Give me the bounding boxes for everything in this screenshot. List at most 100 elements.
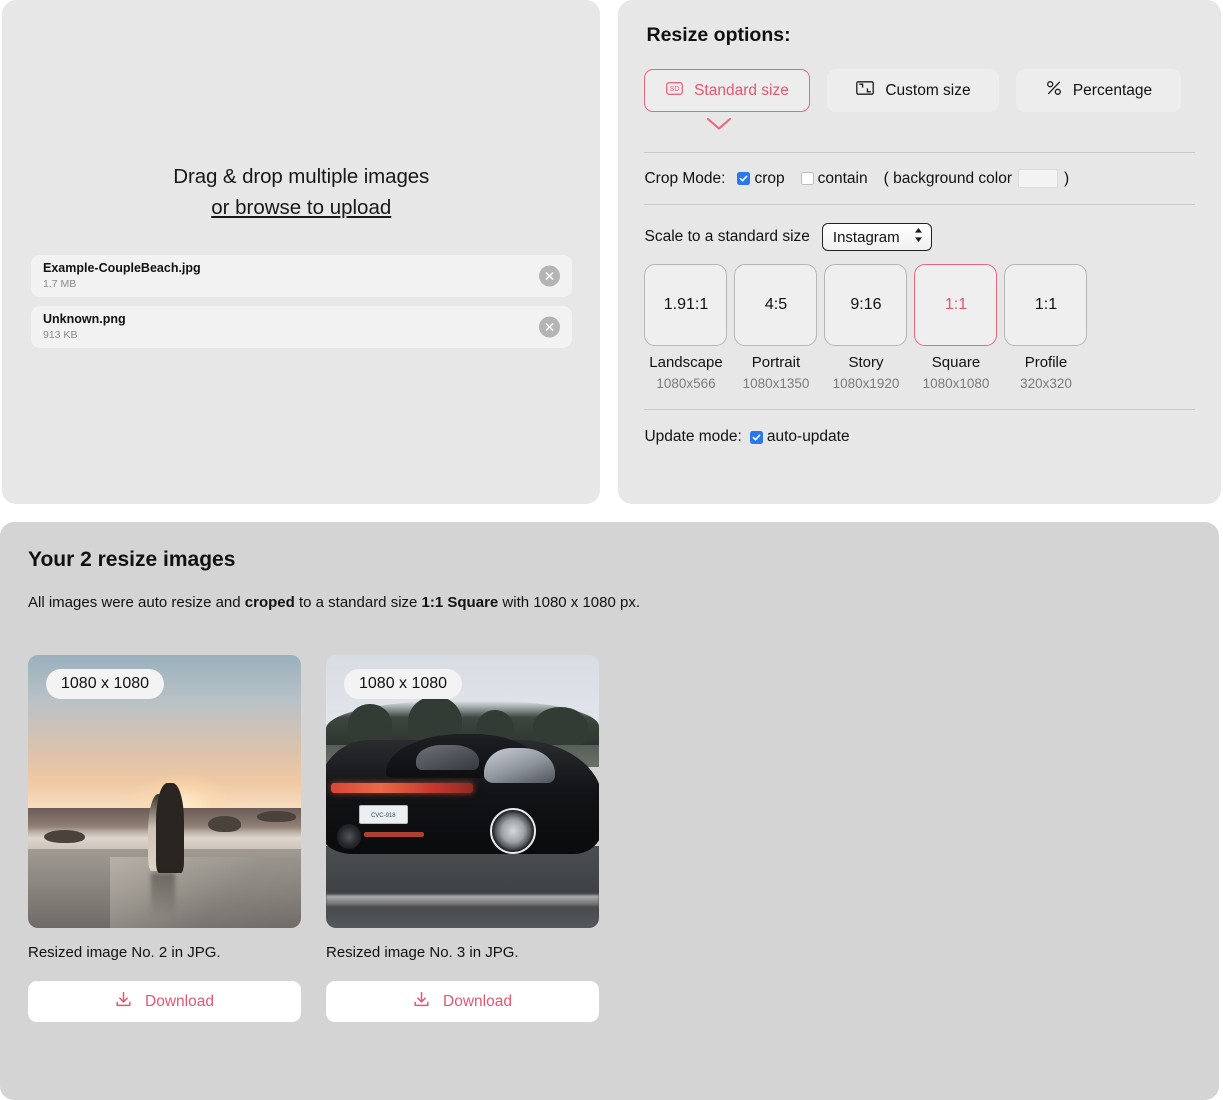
result-caption: Resized image No. 2 in JPG. bbox=[28, 944, 221, 961]
preset-select[interactable]: Instagram bbox=[821, 223, 932, 251]
aspect-ratio-landscape: 1.91:1 Landscape 1080x566 bbox=[644, 264, 728, 391]
download-button-label: Download bbox=[145, 992, 214, 1010]
result-cards: 1080 x 1080 Resized image No. 2 in JPG. … bbox=[28, 655, 1191, 1022]
stepper-arrows-icon bbox=[914, 227, 923, 247]
results-subtitle-part3: with 1080 x 1080 px. bbox=[498, 594, 641, 611]
page-title: Resize options: bbox=[646, 24, 791, 46]
aspect-ratio-tile[interactable]: 4:5 bbox=[734, 264, 818, 346]
results-title: Your 2 resize images bbox=[28, 548, 236, 571]
scale-preset-label: Scale to a standard size bbox=[644, 228, 810, 245]
list-item: Example-CoupleBeach.jpg 1.7 MB bbox=[31, 255, 572, 297]
aspect-ratio-grid: 1.91:1 Landscape 1080x566 4:5 Portrait 1… bbox=[644, 264, 1195, 391]
download-button[interactable]: Download bbox=[28, 981, 301, 1022]
download-icon bbox=[115, 991, 132, 1013]
results-subtitle-part2: to a standard size bbox=[294, 594, 422, 611]
dimension-badge: 1080 x 1080 bbox=[46, 669, 165, 699]
auto-update-label: auto-update bbox=[766, 428, 850, 445]
aspect-ratio-square: 1:1 Square 1080x1080 bbox=[914, 264, 998, 391]
update-mode-label: Update mode: bbox=[644, 428, 742, 445]
results-panel: Your 2 resize images All images were aut… bbox=[0, 522, 1219, 1100]
results-subtitle-bold-croped: croped bbox=[244, 594, 295, 611]
aspect-ratio-portrait: 4:5 Portrait 1080x1350 bbox=[734, 264, 818, 391]
license-plate: CVC-918 bbox=[358, 805, 408, 825]
resize-options-panel: Resize options: SD Standard size Custom … bbox=[618, 0, 1221, 504]
tab-standard-size-label: Standard size bbox=[694, 81, 789, 99]
auto-update-checkbox[interactable] bbox=[749, 430, 763, 444]
aspect-ratio-value: 9:16 bbox=[850, 296, 882, 313]
tab-custom-size[interactable]: Custom size bbox=[827, 69, 1000, 112]
results-subtitle-part1: All images were auto resize and bbox=[28, 594, 245, 611]
aspect-ratio-value: 1:1 bbox=[944, 296, 968, 313]
contain-checkbox-option[interactable]: contain bbox=[800, 169, 868, 188]
contain-checkbox[interactable] bbox=[800, 172, 814, 185]
close-circle-icon[interactable] bbox=[539, 265, 560, 287]
result-thumbnail-beach[interactable]: 1080 x 1080 bbox=[28, 655, 301, 928]
resize-mode-tabs: SD Standard size Custom size Percentage bbox=[644, 69, 1195, 130]
aspect-ratio-tile[interactable]: 9:16 bbox=[824, 264, 908, 346]
file-name: Example-CoupleBeach.jpg bbox=[43, 260, 201, 275]
background-color-swatch[interactable] bbox=[1017, 169, 1058, 188]
aspect-ratio-dimensions: 320x320 bbox=[1020, 376, 1072, 391]
file-size: 1.7 MB bbox=[43, 277, 77, 290]
file-size: 913 KB bbox=[43, 328, 78, 341]
crop-checkbox-option[interactable]: crop bbox=[737, 169, 785, 188]
aspect-ratio-dimensions: 1080x1920 bbox=[832, 376, 900, 391]
crop-mode-label: Crop Mode: bbox=[644, 169, 726, 187]
crop-checkbox-label: crop bbox=[754, 169, 785, 187]
aspect-ratio-dimensions: 1080x1350 bbox=[742, 376, 810, 391]
dropzone-primary-text: Drag & drop multiple images bbox=[173, 165, 430, 188]
aspect-ratio-tile[interactable]: 1.91:1 bbox=[644, 264, 728, 346]
chevron-down-icon[interactable] bbox=[706, 117, 732, 136]
aspect-ratio-name: Square bbox=[931, 354, 981, 371]
aspect-ratio-dimensions: 1080x566 bbox=[656, 376, 716, 391]
auto-update-option[interactable]: auto-update bbox=[749, 428, 850, 446]
percent-icon bbox=[1046, 80, 1062, 101]
aspect-ratio-value: 1.91:1 bbox=[663, 296, 709, 313]
dimension-badge: 1080 x 1080 bbox=[344, 669, 463, 699]
background-color-suffix: ) bbox=[1063, 169, 1070, 187]
browse-upload-link[interactable]: or browse to upload bbox=[2, 196, 600, 220]
results-subtitle: All images were auto resize and croped t… bbox=[28, 594, 1191, 611]
aspect-ratio-story: 9:16 Story 1080x1920 bbox=[824, 264, 908, 391]
tab-standard-size[interactable]: SD Standard size bbox=[644, 69, 811, 112]
aspect-ratio-tile[interactable]: 1:1 bbox=[914, 264, 998, 346]
aspect-ratio-name: Landscape bbox=[649, 354, 723, 371]
crop-checkbox[interactable] bbox=[737, 172, 751, 185]
uploaded-file-list: Example-CoupleBeach.jpg 1.7 MB Unknown.p… bbox=[31, 255, 572, 357]
aspect-ratio-name: Story bbox=[848, 354, 884, 371]
crop-mode-row: Crop Mode: crop contain ( background col… bbox=[644, 169, 1195, 188]
background-color-prefix: ( background color bbox=[883, 169, 1012, 187]
license-plate-text: CVC-918 bbox=[370, 812, 396, 819]
file-name: Unknown.png bbox=[43, 311, 126, 326]
contain-checkbox-label: contain bbox=[817, 169, 868, 187]
resize-tool-page: Drag & drop multiple images or browse to… bbox=[0, 0, 1223, 1100]
result-card: 1080 x 1080 Resized image No. 2 in JPG. … bbox=[28, 655, 301, 1022]
download-button-label: Download bbox=[443, 992, 512, 1010]
aspect-ratio-profile: 1:1 Profile 320x320 bbox=[1004, 264, 1088, 391]
svg-text:SD: SD bbox=[669, 84, 679, 93]
preset-select-value: Instagram bbox=[832, 228, 900, 246]
download-icon bbox=[413, 991, 430, 1013]
aspect-ratio-value: 1:1 bbox=[1034, 296, 1058, 313]
aspect-ratio-dimensions: 1080x1080 bbox=[922, 376, 990, 391]
tab-custom-size-label: Custom size bbox=[885, 81, 971, 99]
dropzone[interactable]: Drag & drop multiple images or browse to… bbox=[2, 165, 600, 220]
download-button[interactable]: Download bbox=[326, 981, 599, 1022]
divider bbox=[644, 409, 1195, 410]
tab-percentage[interactable]: Percentage bbox=[1016, 69, 1182, 112]
result-caption: Resized image No. 3 in JPG. bbox=[326, 944, 519, 961]
aspect-ratio-tile[interactable]: 1:1 bbox=[1004, 264, 1088, 346]
list-item: Unknown.png 913 KB bbox=[31, 306, 572, 348]
aspect-ratio-value: 4:5 bbox=[764, 296, 788, 313]
result-card: CVC-918 1080 x 1080 Resized image No. 3 … bbox=[326, 655, 599, 1022]
sd-badge-icon: SD bbox=[666, 81, 684, 100]
upload-panel: Drag & drop multiple images or browse to… bbox=[2, 0, 601, 504]
tab-percentage-label: Percentage bbox=[1072, 81, 1153, 99]
results-subtitle-bold-ratio: 1:1 Square bbox=[421, 594, 499, 611]
result-thumbnail-car[interactable]: CVC-918 1080 x 1080 bbox=[326, 655, 599, 928]
aspect-ratio-name: Portrait bbox=[751, 354, 801, 371]
close-circle-icon[interactable] bbox=[539, 316, 560, 338]
update-mode-row: Update mode: auto-update bbox=[644, 428, 1195, 446]
divider bbox=[644, 204, 1195, 205]
aspect-ratio-name: Profile bbox=[1024, 354, 1068, 371]
